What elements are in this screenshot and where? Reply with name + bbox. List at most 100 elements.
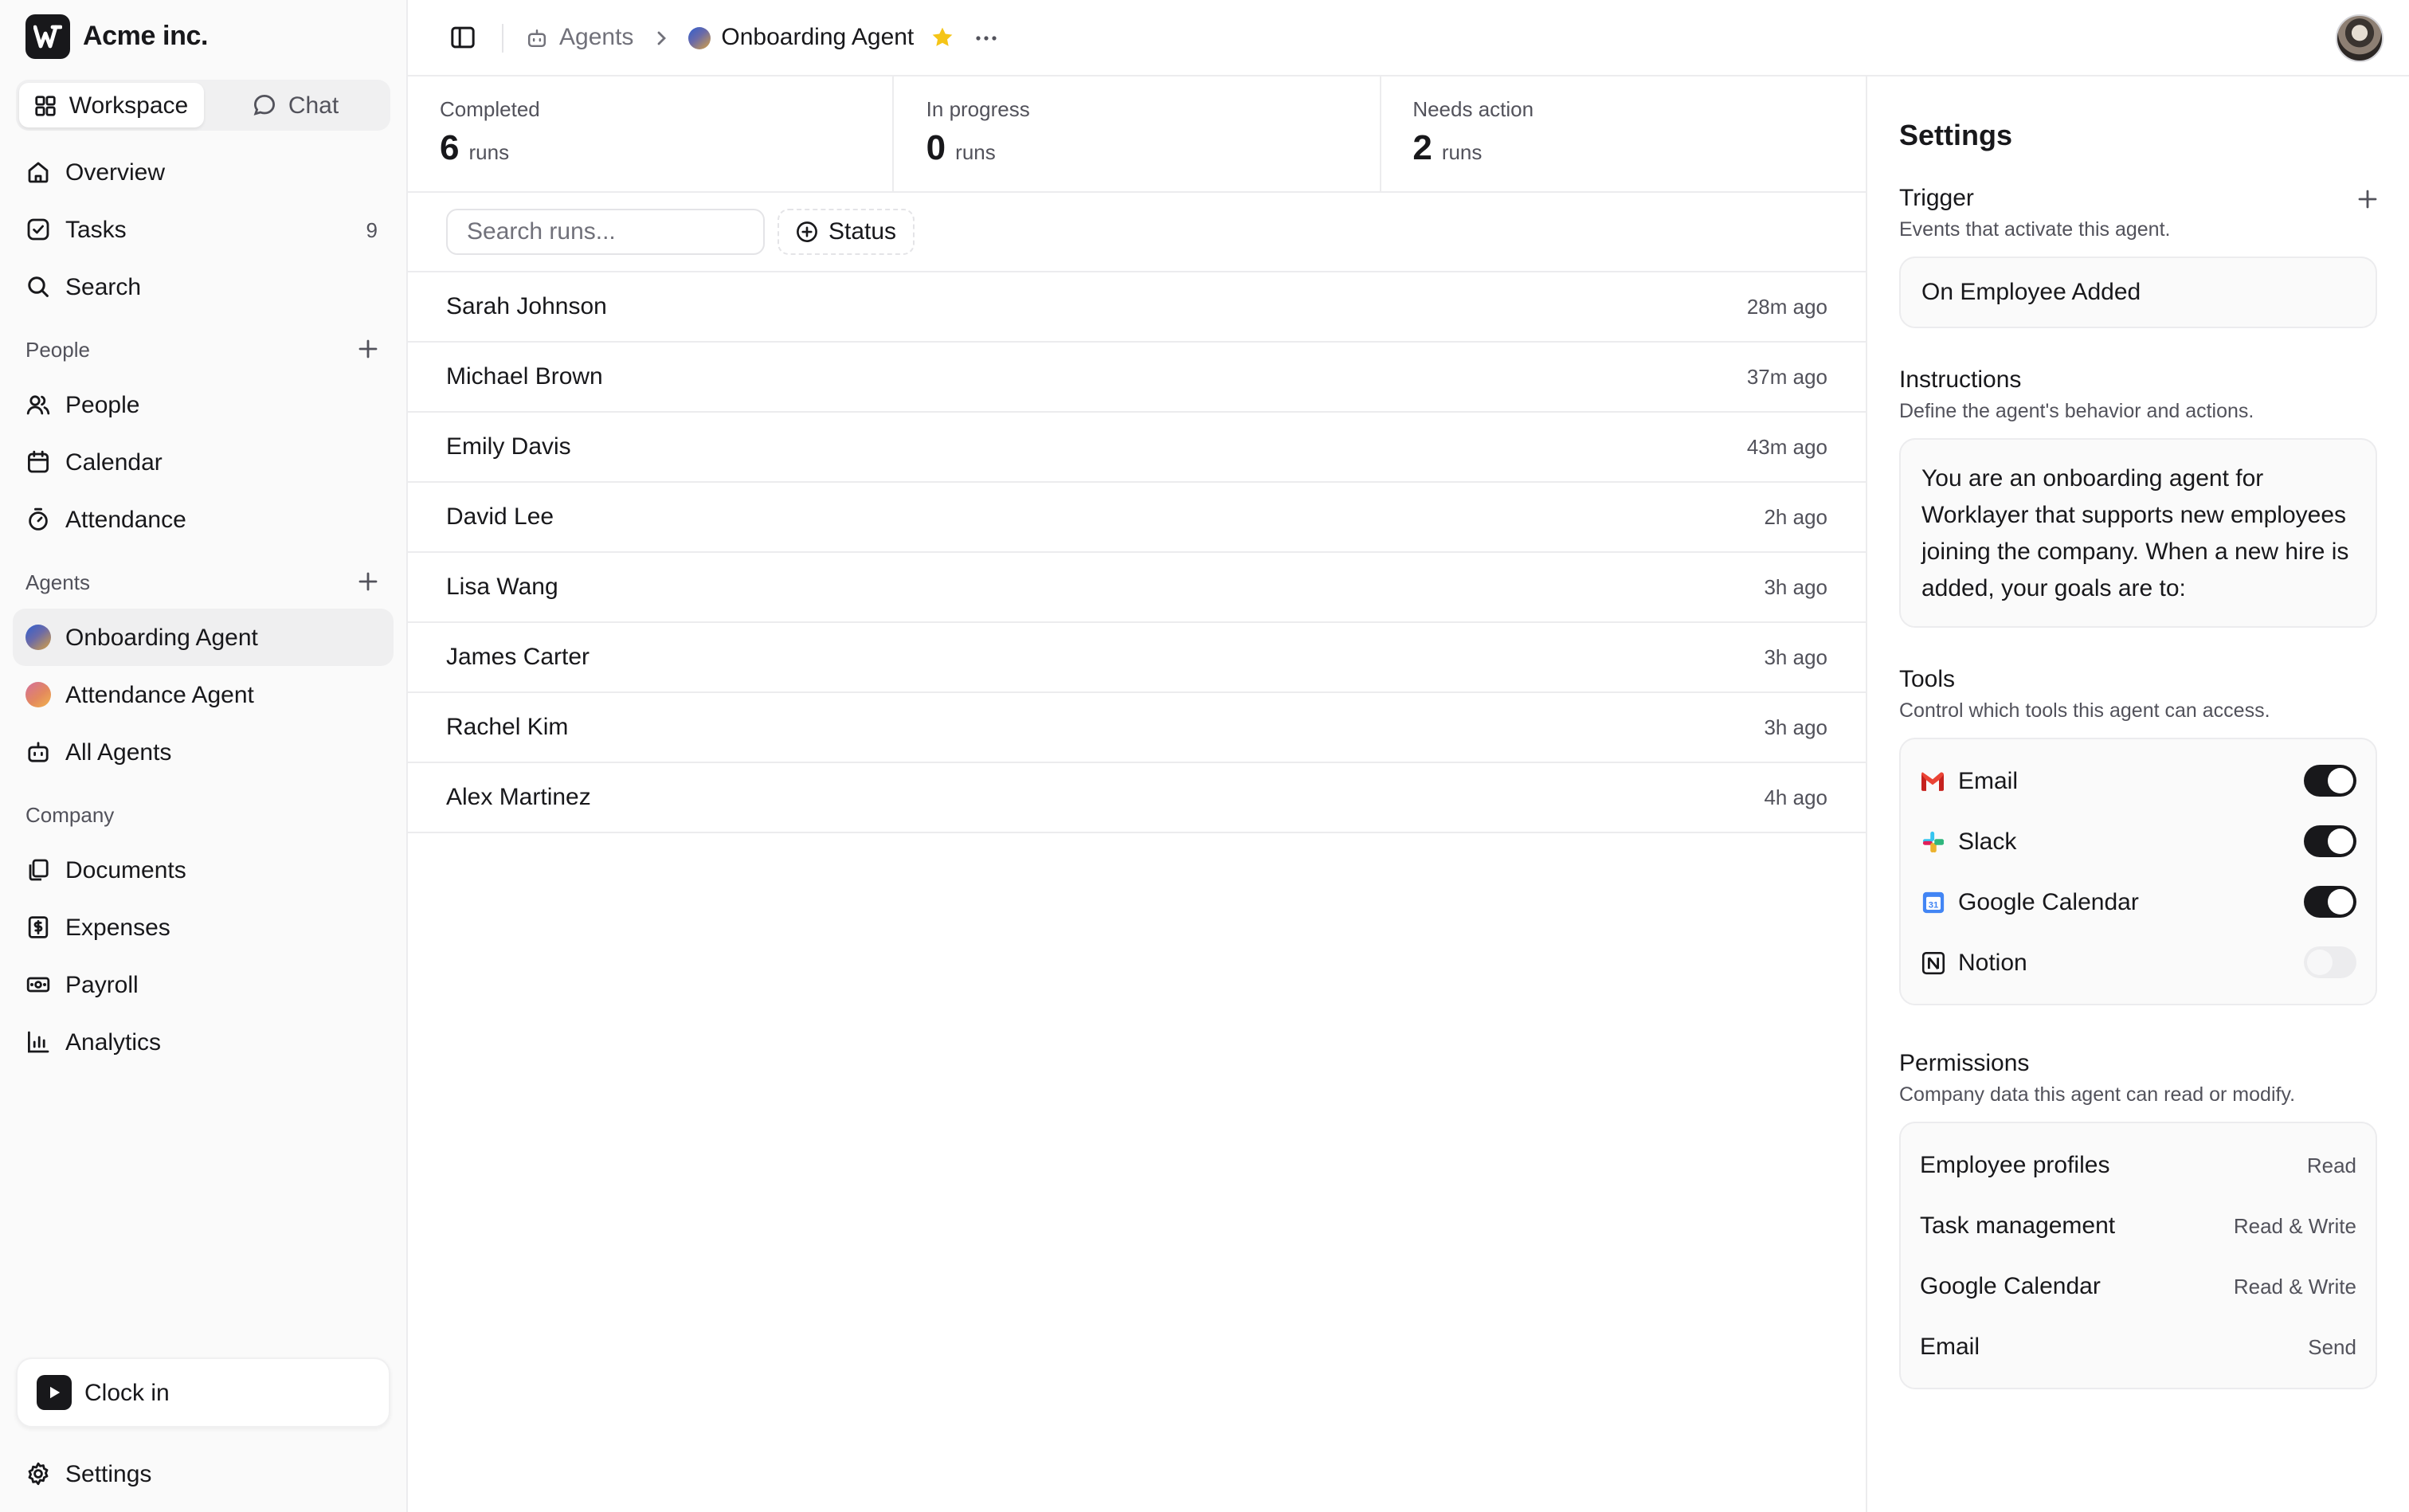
permission-level: Read xyxy=(2306,1153,2356,1177)
run-time: 28m ago xyxy=(1746,295,1827,319)
add-trigger-button[interactable] xyxy=(2358,189,2377,208)
topbar: Agents Onboarding Agent xyxy=(408,0,2409,76)
run-row[interactable]: David Lee 2h ago xyxy=(408,483,1866,553)
permission-row[interactable]: Email Send xyxy=(1901,1316,2376,1377)
nav-item-documents[interactable]: Documents xyxy=(13,841,394,899)
nav-item-payroll[interactable]: Payroll xyxy=(13,956,394,1013)
nav-item-attendance[interactable]: Attendance xyxy=(13,491,394,548)
nav-item-people[interactable]: People xyxy=(13,376,394,433)
nav-item-expenses[interactable]: Expenses xyxy=(13,899,394,956)
stat-value: 2 xyxy=(1412,127,1432,167)
notion-icon xyxy=(1920,950,1945,975)
user-avatar[interactable] xyxy=(2336,14,2384,61)
nav-item-analytics[interactable]: Analytics xyxy=(13,1013,394,1071)
nav-item-onboarding-agent[interactable]: Onboarding Agent xyxy=(13,609,394,666)
permission-row[interactable]: Employee profiles Read xyxy=(1901,1134,2376,1195)
breadcrumb-current[interactable]: Onboarding Agent xyxy=(687,24,914,51)
documents-icon xyxy=(29,859,49,881)
google-calendar-tool-toggle[interactable] xyxy=(2304,886,2356,918)
nav-item-label: Overview xyxy=(65,159,166,186)
run-time: 37m ago xyxy=(1746,365,1827,389)
notion-tool-toggle[interactable] xyxy=(2304,946,2356,978)
stat-label: In progress xyxy=(926,97,1030,121)
permission-row[interactable]: Task management Read & Write xyxy=(1901,1195,2376,1255)
permissions-section: Permissions Company data this agent can … xyxy=(1899,1050,2377,1389)
brand-name: Acme inc. xyxy=(83,21,209,51)
email-tool-toggle[interactable] xyxy=(2304,765,2356,797)
breadcrumb-agents[interactable]: Agents xyxy=(526,24,633,51)
instructions-subtitle: Define the agent's behavior and actions. xyxy=(1899,400,2254,422)
chat-tab[interactable]: Chat xyxy=(203,83,387,127)
nav-item-overview[interactable]: Overview xyxy=(13,143,394,201)
nav-item-tasks[interactable]: Tasks 9 xyxy=(13,201,394,258)
workspace-tab-label: Workspace xyxy=(69,92,189,119)
favorite-star-button[interactable] xyxy=(930,25,954,49)
trigger-title: Trigger xyxy=(1899,185,1974,212)
nav-item-all-agents[interactable]: All Agents xyxy=(13,723,394,781)
bot-icon xyxy=(527,28,546,47)
nav-item-calendar[interactable]: Calendar xyxy=(13,433,394,491)
nav-item-attendance-agent[interactable]: Attendance Agent xyxy=(13,666,394,723)
tool-label: Google Calendar xyxy=(1958,888,2139,915)
run-row[interactable]: James Carter 3h ago xyxy=(408,623,1866,693)
nav-main: Overview Tasks 9 Search People People Ca… xyxy=(0,131,406,1071)
trigger-event-card[interactable]: On Employee Added xyxy=(1899,257,2377,328)
tools-card: Email Slack 31 Google Calendar Notion xyxy=(1899,738,2377,1005)
run-row[interactable]: Sarah Johnson 28m ago xyxy=(408,272,1866,343)
settings-panel: Settings Trigger Events that activate th… xyxy=(1867,76,2409,1512)
clock-in-button[interactable]: Clock in xyxy=(16,1357,390,1428)
tool-label: Slack xyxy=(1958,828,2017,855)
sidebar-toggle-button[interactable] xyxy=(449,24,476,51)
stat-unit: runs xyxy=(1441,140,1483,164)
nav-item-label: Settings xyxy=(65,1460,152,1487)
search-icon xyxy=(28,276,49,297)
run-row[interactable]: Rachel Kim 3h ago xyxy=(408,693,1866,763)
gear-icon xyxy=(28,1462,49,1486)
breadcrumb-current-label: Onboarding Agent xyxy=(721,24,915,51)
run-row[interactable]: Alex Martinez 4h ago xyxy=(408,763,1866,833)
tools-header: Tools xyxy=(1899,666,2377,693)
more-options-button[interactable] xyxy=(973,25,998,50)
status-filter-button[interactable]: Status xyxy=(778,209,915,255)
add-agent-button[interactable] xyxy=(355,569,381,594)
home-icon xyxy=(28,162,49,183)
instructions-textarea[interactable]: You are an onboarding agent for Worklaye… xyxy=(1899,438,2377,628)
brand[interactable]: Acme inc. xyxy=(0,0,406,73)
google-calendar-icon: 31 xyxy=(1920,889,1945,915)
run-row[interactable]: Lisa Wang 3h ago xyxy=(408,553,1866,623)
stat-label: Completed xyxy=(440,97,540,121)
run-row[interactable]: Michael Brown 37m ago xyxy=(408,343,1866,413)
view-switcher: Workspace Chat xyxy=(16,80,390,131)
permission-row[interactable]: Google Calendar Read & Write xyxy=(1901,1255,2376,1316)
stat-unit: runs xyxy=(955,140,996,164)
workspace-tab[interactable]: Workspace xyxy=(19,83,203,127)
add-person-button[interactable] xyxy=(355,336,381,362)
nav-item-label: Analytics xyxy=(65,1028,162,1056)
plus-circle-icon xyxy=(797,221,817,242)
banknote-icon xyxy=(26,977,50,993)
permission-level: Read & Write xyxy=(2233,1274,2356,1298)
nav-item-search[interactable]: Search xyxy=(13,258,394,315)
permission-label: Employee profiles xyxy=(1920,1151,2110,1178)
tool-row-google-calendar: 31 Google Calendar xyxy=(1901,872,2376,932)
instructions-section: Instructions Define the agent's behavior… xyxy=(1899,366,2377,628)
svg-text:31: 31 xyxy=(1928,899,1938,909)
stat-unit: runs xyxy=(468,140,510,164)
stat-completed: Completed 6 runs xyxy=(408,76,895,191)
chevron-right-icon xyxy=(657,30,666,45)
breadcrumb: Agents Onboarding Agent xyxy=(449,23,998,52)
nav-item-label: People xyxy=(65,391,140,418)
search-runs-input[interactable] xyxy=(446,209,765,255)
nav-item-settings[interactable]: Settings xyxy=(13,1445,394,1502)
slack-tool-toggle[interactable] xyxy=(2304,825,2356,857)
section-title: People xyxy=(25,337,90,361)
run-row[interactable]: Emily Davis 43m ago xyxy=(408,413,1866,483)
stat-value-group: 2 runs xyxy=(1412,127,1834,169)
tools-subtitle: Control which tools this agent can acces… xyxy=(1899,699,2270,722)
permissions-card: Employee profiles Read Task management Rea… xyxy=(1899,1122,2377,1389)
stats-bar: Completed 6 runs In progress 0 runs Need… xyxy=(408,76,1866,193)
section-title: Company xyxy=(25,802,115,826)
run-time: 3h ago xyxy=(1764,715,1827,739)
breadcrumb-agents-label: Agents xyxy=(559,24,634,51)
timer-icon xyxy=(29,507,48,531)
